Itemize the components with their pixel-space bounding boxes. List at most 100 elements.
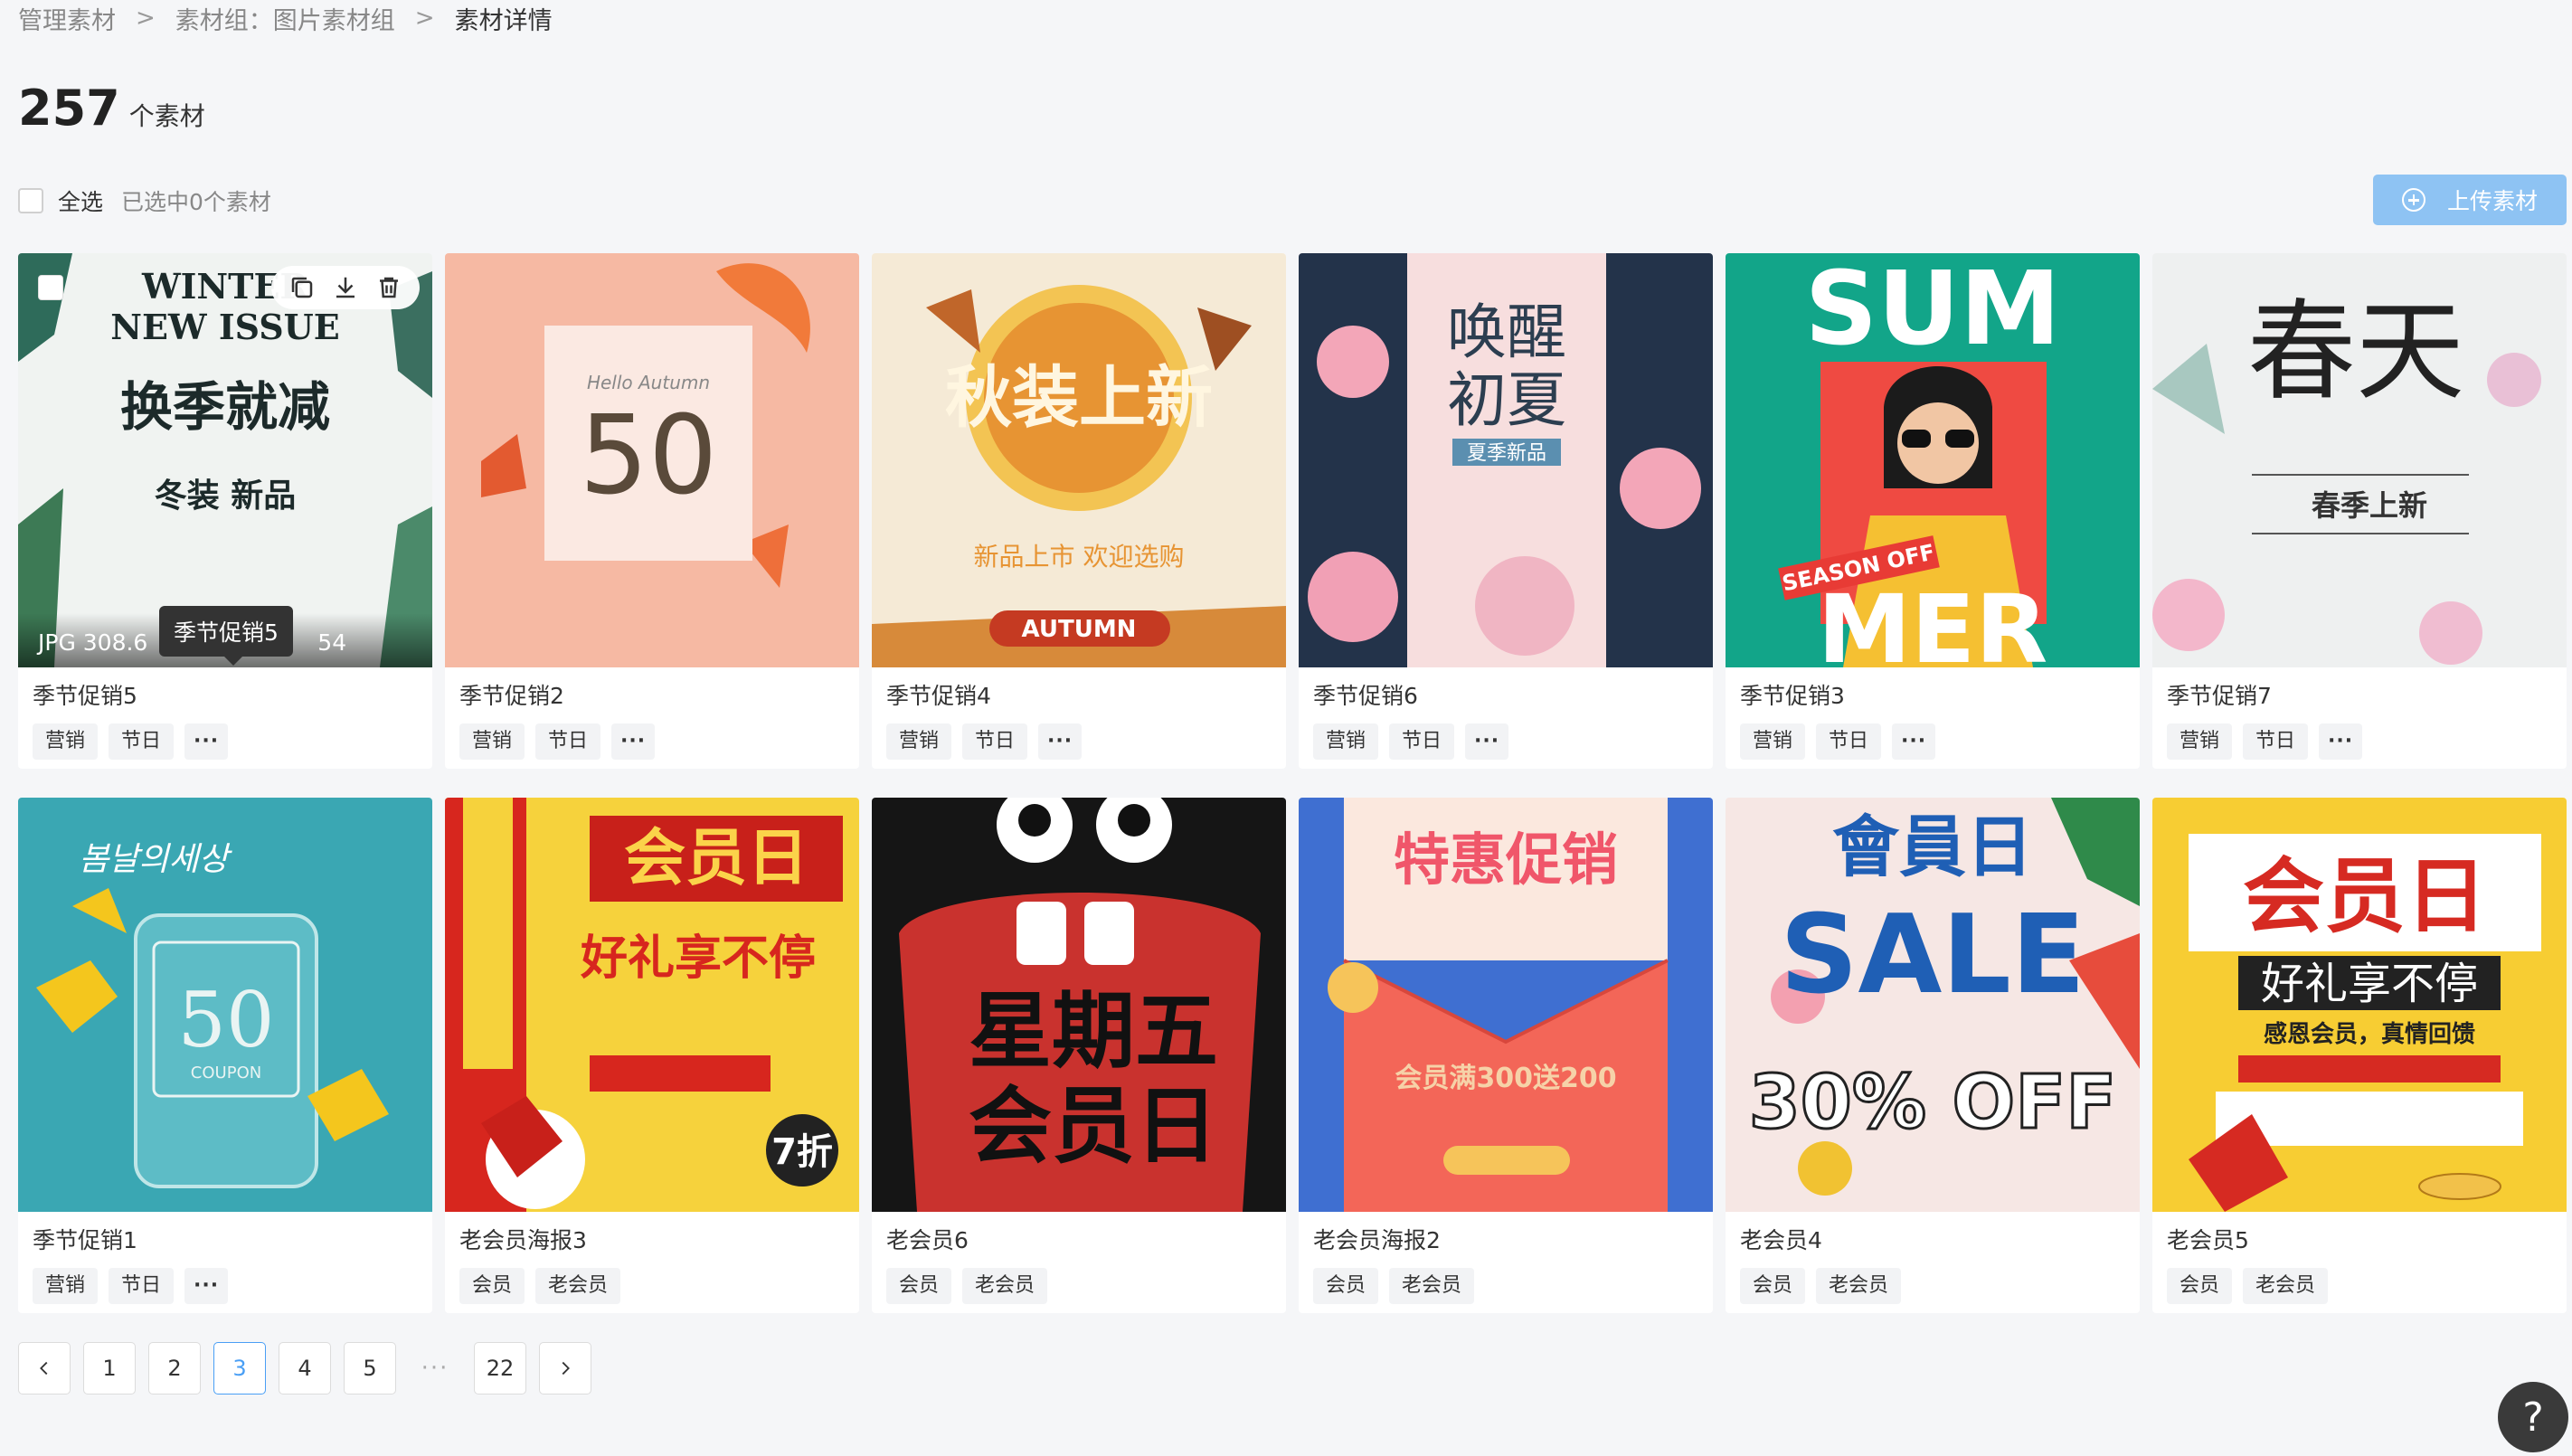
thumb-text: 春天 <box>2247 289 2464 415</box>
material-tags: 会员 老会员 <box>2167 1268 2329 1304</box>
thumb-text: 会员日 <box>2243 849 2487 944</box>
material-card[interactable]: 会员日 好礼享不停 感恩会员，真情回馈 老会员5 会员 老会员 <box>2152 798 2567 1313</box>
tag[interactable]: 节日 <box>1816 723 1882 760</box>
tag[interactable]: 老会员 <box>1816 1268 1902 1304</box>
tag[interactable]: 会员 <box>1740 1268 1806 1304</box>
material-tags: 营销 节日 ··· <box>33 723 229 760</box>
thumb-text: SALE <box>1780 893 2085 1018</box>
thumb-text: MER <box>1818 574 2048 667</box>
thumb-text: SUM <box>1804 253 2060 368</box>
material-thumbnail[interactable]: 秋装上新 新品上市 欢迎选购 AUTUMN <box>872 253 1286 667</box>
thumb-text: 换季就减 <box>120 376 330 438</box>
page-button-1[interactable]: 1 <box>83 1342 136 1395</box>
material-name: 季节促销3 <box>1740 683 1845 709</box>
material-thumbnail[interactable]: 50 COUPON 봄날의세상 <box>18 798 432 1212</box>
material-card[interactable]: 會員日 SALE 30% OFF 老会员4 会员 老会员 <box>1726 798 2140 1313</box>
material-name: 季节促销7 <box>2167 683 2272 709</box>
material-thumbnail[interactable]: 会员日 好礼享不停 感恩会员，真情回馈 <box>2152 798 2567 1212</box>
tag[interactable]: 节日 <box>1389 723 1455 760</box>
material-card[interactable]: 秋装上新 新品上市 欢迎选购 AUTUMN 季节促销4 营销 节日 ··· <box>872 253 1286 769</box>
thumb-text: 會員日 <box>1832 808 2033 886</box>
page-button-3[interactable]: 3 <box>213 1342 266 1395</box>
tag[interactable]: 会员 <box>459 1268 525 1304</box>
thumb-text: AUTUMN <box>1022 616 1137 643</box>
thumb-text: 春季上新 <box>2312 488 2427 523</box>
thumb-text: 好礼享不停 <box>580 931 816 986</box>
file-info-text-tail: 54 <box>317 629 347 656</box>
page-button-22[interactable]: 22 <box>474 1342 526 1395</box>
trash-icon[interactable] <box>375 274 402 301</box>
material-tags: 会员 老会员 <box>886 1268 1048 1304</box>
material-card[interactable]: WINTER NEW ISSUE 换季就减 冬装 新品 JPG 308.6 54… <box>18 253 432 769</box>
more-tags-button[interactable]: ··· <box>184 1268 229 1304</box>
material-card[interactable]: 50 COUPON 봄날의세상 季节促销1 营销 节日 ··· <box>18 798 432 1313</box>
tag[interactable]: 节日 <box>109 723 175 760</box>
copy-icon[interactable] <box>288 274 316 301</box>
material-name: 老会员海报2 <box>1313 1227 1441 1253</box>
tag[interactable]: 节日 <box>962 723 1028 760</box>
tag[interactable]: 营销 <box>1313 723 1379 760</box>
material-card[interactable]: 唤醒 初夏 夏季新品 季节促销6 营销 节日 ··· <box>1299 253 1713 769</box>
material-tags: 营销 节日 ··· <box>33 1268 229 1304</box>
material-thumbnail[interactable]: 唤醒 初夏 夏季新品 <box>1299 253 1713 667</box>
material-thumbnail[interactable]: 特惠促销 会员满300送200 <box>1299 798 1713 1212</box>
upload-material-label: 上传素材 <box>2446 188 2538 214</box>
tag[interactable]: 营销 <box>459 723 525 760</box>
material-card[interactable]: 星期五 会员日 老会员6 会员 老会员 <box>872 798 1286 1313</box>
material-name: 季节促销1 <box>33 1227 137 1253</box>
tag[interactable]: 节日 <box>535 723 601 760</box>
more-tags-button[interactable]: ··· <box>1892 723 1936 760</box>
tag[interactable]: 节日 <box>2243 723 2309 760</box>
tag[interactable]: 老会员 <box>962 1268 1048 1304</box>
select-all-label[interactable]: 全选 <box>58 184 103 217</box>
material-card[interactable]: 春天 春季上新 季节促销7 营销 节日 ··· <box>2152 253 2567 769</box>
tag[interactable]: 营销 <box>2167 723 2233 760</box>
material-card[interactable]: 会员日 好礼享不停 7折 老会员海报3 会员 老会员 <box>445 798 859 1313</box>
help-button[interactable]: ? <box>2498 1382 2568 1452</box>
page-ellipsis[interactable]: ··· <box>409 1342 461 1395</box>
more-tags-button[interactable]: ··· <box>1465 723 1509 760</box>
material-thumbnail[interactable]: SUM MER SEASON OFF <box>1726 253 2140 667</box>
next-page-button[interactable] <box>539 1342 591 1395</box>
thumb-text: 冬装 新品 <box>155 477 297 515</box>
material-thumbnail[interactable]: 会员日 好礼享不停 7折 <box>445 798 859 1212</box>
tag[interactable]: 营销 <box>886 723 952 760</box>
tag[interactable]: 节日 <box>109 1268 175 1304</box>
download-icon[interactable] <box>332 274 359 301</box>
page-button-4[interactable]: 4 <box>279 1342 331 1395</box>
tag[interactable]: 营销 <box>1740 723 1806 760</box>
more-tags-button[interactable]: ··· <box>1038 723 1083 760</box>
name-tooltip: 季节促销5 <box>159 606 293 666</box>
material-card[interactable]: Hello Autumn 50 季节促销2 营销 节日 ··· <box>445 253 859 769</box>
thumb-text: 会员日 <box>624 823 808 894</box>
selection-bar: 全选 已选中0个素材 <box>18 184 271 217</box>
tag[interactable]: 老会员 <box>2243 1268 2329 1304</box>
upload-material-button[interactable]: 上传素材 <box>2373 175 2567 225</box>
more-tags-button[interactable]: ··· <box>611 723 656 760</box>
more-tags-button[interactable]: ··· <box>2319 723 2363 760</box>
material-thumbnail[interactable]: Hello Autumn 50 <box>445 253 859 667</box>
material-thumbnail[interactable]: 星期五 会员日 <box>872 798 1286 1212</box>
more-tags-button[interactable]: ··· <box>184 723 229 760</box>
tag[interactable]: 老会员 <box>535 1268 621 1304</box>
page-button-2[interactable]: 2 <box>148 1342 201 1395</box>
tag[interactable]: 营销 <box>33 1268 99 1304</box>
tag[interactable]: 会员 <box>886 1268 952 1304</box>
breadcrumb-manage-materials[interactable]: 管理素材 <box>18 1 116 36</box>
material-name: 老会员4 <box>1740 1227 1822 1253</box>
svg-text:봄날의세상: 봄날의세상 <box>79 841 232 878</box>
material-card[interactable]: 特惠促销 会员满300送200 老会员海报2 会员 老会员 <box>1299 798 1713 1313</box>
tag[interactable]: 会员 <box>1313 1268 1379 1304</box>
select-all-checkbox[interactable] <box>18 188 43 213</box>
prev-page-button[interactable] <box>18 1342 71 1395</box>
tag[interactable]: 会员 <box>2167 1268 2233 1304</box>
material-thumbnail[interactable]: 會員日 SALE 30% OFF <box>1726 798 2140 1212</box>
page-button-5[interactable]: 5 <box>344 1342 396 1395</box>
breadcrumb-current: 素材详情 <box>454 6 553 35</box>
tag[interactable]: 营销 <box>33 723 99 760</box>
material-thumbnail[interactable]: 春天 春季上新 <box>2152 253 2567 667</box>
material-card[interactable]: SUM MER SEASON OFF 季节促销3 营销 节日 ··· <box>1726 253 2140 769</box>
breadcrumb-material-group[interactable]: 素材组：图片素材组 <box>175 1 395 36</box>
tag[interactable]: 老会员 <box>1389 1268 1475 1304</box>
card-select-checkbox[interactable] <box>38 275 63 300</box>
